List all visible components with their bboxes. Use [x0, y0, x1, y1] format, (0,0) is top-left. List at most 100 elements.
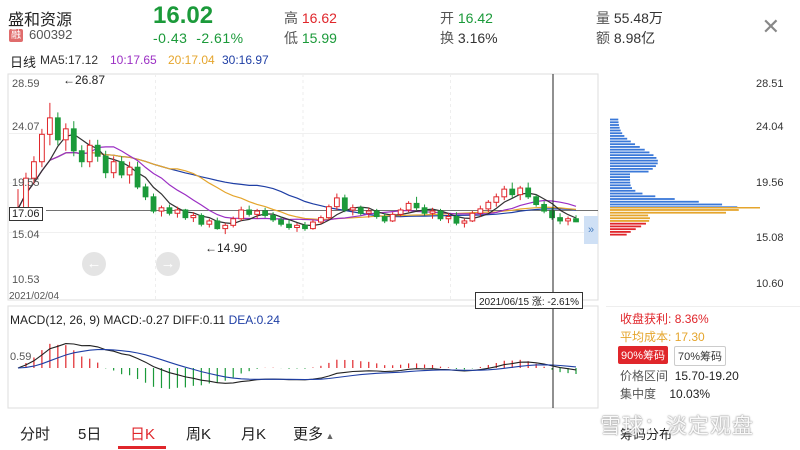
chip-bar: [610, 187, 632, 189]
candle-body: [557, 217, 563, 222]
candle-body: [533, 196, 540, 205]
chip-bar: [610, 129, 621, 132]
ma20-value: 20:17.04: [168, 53, 215, 67]
candle-body: [341, 197, 348, 211]
high-marker: ←26.87: [63, 73, 106, 87]
chip-bar: [610, 198, 675, 200]
current-price: 16.02: [153, 2, 214, 29]
candle-body: [198, 214, 205, 225]
chip-bar: [610, 176, 631, 178]
candle-body: [286, 223, 292, 229]
chip-bar: [610, 143, 636, 146]
candle-body: [222, 224, 229, 230]
candle-body: [357, 207, 364, 214]
candle-body: [541, 203, 548, 212]
candle-body: [182, 209, 189, 219]
chip-bar: [610, 192, 643, 195]
price-change: -0.43 -2.61%: [153, 30, 244, 46]
macd-title: MACD(12, 26, 9): [10, 313, 101, 327]
candle-body: [294, 224, 300, 229]
chip-bar: [610, 156, 657, 159]
change-value: -0.43: [153, 30, 188, 46]
caret-up-icon: ▲: [323, 431, 335, 441]
tab-monthly-k[interactable]: 月K: [241, 423, 266, 444]
ma30-value: 30:16.97: [222, 53, 269, 67]
tab-daily-k[interactable]: 日K: [130, 423, 155, 444]
candle-body: [238, 209, 245, 220]
candle-body: [230, 218, 237, 226]
tab-weekly-k[interactable]: 周K: [186, 423, 211, 444]
chip-bar: [610, 162, 658, 165]
chip-bar: [610, 137, 628, 140]
moving-average-lines: [17, 133, 577, 227]
ma10-value: 10:17.65: [110, 53, 157, 67]
candle-body: [381, 216, 388, 222]
timeframe-label: 日线: [10, 55, 37, 70]
candle-body: [54, 117, 61, 141]
candle-body: [509, 188, 516, 196]
cost-row: 平均成本: 17.30: [620, 330, 705, 344]
dea-value: DEA:0.24: [228, 313, 280, 327]
chip70-toggle[interactable]: 70%筹码: [674, 346, 727, 366]
tab-intraday[interactable]: 分时: [20, 423, 50, 444]
candle-body: [565, 218, 571, 222]
chip-bar: [610, 170, 649, 173]
candle-body: [421, 207, 428, 214]
candle-body: [70, 128, 77, 152]
candle-body: [325, 206, 332, 219]
candle-body: [206, 220, 213, 225]
chip-bar: [610, 126, 620, 129]
margin-badge: 融: [9, 29, 23, 42]
chip-bar: [610, 220, 650, 222]
current-price-tag: 17.06: [9, 207, 43, 221]
tab-5day[interactable]: 5日: [78, 423, 101, 444]
expand-panel-button[interactable]: »: [584, 216, 598, 244]
candle-body: [318, 217, 324, 223]
tab-more[interactable]: 更多 ▲: [293, 423, 334, 444]
scroll-left-button[interactable]: ←: [82, 252, 106, 276]
candle-body: [246, 209, 253, 215]
candle-body: [86, 144, 93, 163]
scroll-right-button[interactable]: →: [156, 252, 180, 276]
candle-body: [389, 213, 396, 222]
candle-body: [349, 207, 356, 211]
watermark-text: 雪球：淡定观盘: [600, 415, 754, 438]
left-tick: 19.55: [12, 177, 40, 189]
candle-body: [174, 209, 181, 214]
candle-body: [501, 188, 508, 198]
chip-bar: [610, 165, 656, 168]
macd-value: MACD:-0.27: [103, 313, 170, 327]
candle-body: [397, 209, 404, 215]
candle-body: [126, 166, 133, 176]
chip-bar: [610, 132, 623, 135]
chip-bar: [610, 195, 656, 198]
high-stat: 高 16.62: [284, 10, 337, 26]
candle-body: [262, 210, 269, 216]
ma5-value: MA5:17.12: [40, 53, 99, 67]
start-date-label: 2021/02/04: [9, 291, 60, 302]
candle-body: [110, 161, 117, 174]
chip-distribution-bars: [610, 118, 760, 236]
low-marker: ←14.90: [205, 241, 248, 255]
change-percent: -2.61%: [196, 30, 244, 46]
candle-body: [302, 224, 308, 230]
candle-body: [134, 166, 141, 188]
candle-body: [46, 117, 53, 135]
chip-bar: [610, 159, 658, 162]
candle-body: [429, 210, 436, 214]
range-row: 价格区间 15.70-19.20: [620, 369, 739, 383]
stock-code: 600392: [29, 27, 73, 42]
candle-body: [31, 161, 37, 179]
close-icon[interactable]: ✕: [762, 14, 780, 40]
chip-bar: [610, 209, 739, 211]
candle-body: [254, 210, 261, 215]
chip-bar: [610, 148, 645, 151]
volume-stat: 量 55.48万: [596, 10, 663, 26]
left-tick: 15.04: [12, 229, 40, 241]
chip-bar: [610, 178, 631, 181]
chip-bar: [610, 135, 625, 137]
active-tab-indicator: [118, 446, 166, 449]
candle-body: [453, 216, 460, 224]
chip90-toggle[interactable]: 90%筹码: [618, 346, 669, 364]
low-stat: 低 15.99: [284, 30, 337, 46]
